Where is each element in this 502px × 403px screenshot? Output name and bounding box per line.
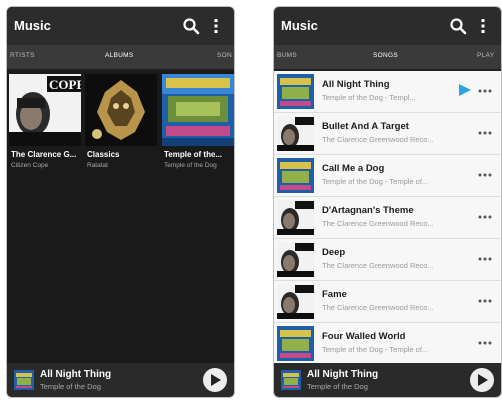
app-title: Music	[14, 18, 51, 33]
song-subtitle: The Clarence Greenwood Reco...	[322, 303, 434, 312]
album-artist: Ratatat	[87, 162, 108, 169]
tab-albums[interactable]: BUMS	[277, 52, 297, 59]
songs-screen: Music BUMS SONGS PLAY All Night Thing Te…	[273, 6, 502, 398]
song-title: Four Walled World	[322, 331, 406, 342]
song-subtitle: The Clarence Greenwood Reco...	[322, 135, 434, 144]
now-playing-thumbnail	[14, 370, 34, 390]
song-row[interactable]: Fame The Clarence Greenwood Reco...	[274, 281, 501, 323]
category-tabs: BUMS SONGS PLAY	[274, 45, 501, 71]
now-playing-bar[interactable]: All Night Thing Temple of the Dog	[7, 363, 234, 397]
song-row[interactable]: Deep The Clarence Greenwood Reco...	[274, 239, 501, 281]
song-album-art	[277, 242, 314, 277]
song-title: Bullet And A Target	[322, 121, 409, 132]
song-title: Call Me a Dog	[322, 163, 385, 174]
app-title: Music	[281, 18, 318, 33]
more-options-icon[interactable]	[477, 298, 493, 304]
more-options-icon[interactable]	[477, 340, 493, 346]
overflow-menu-icon[interactable]	[207, 17, 225, 35]
album-title: The Clarence G...	[11, 150, 77, 159]
app-bar: Music	[274, 7, 501, 45]
more-options-icon[interactable]	[477, 88, 493, 94]
tab-albums[interactable]: ALBUMS	[105, 52, 134, 59]
tab-playlists[interactable]: PLAY	[477, 52, 494, 59]
now-playing-title: All Night Thing	[307, 369, 379, 380]
song-album-art	[277, 116, 314, 151]
play-button[interactable]	[203, 368, 227, 392]
more-options-icon[interactable]	[477, 130, 493, 136]
song-row[interactable]: D'Artagnan's Theme The Clarence Greenwoo…	[274, 197, 501, 239]
song-album-art	[277, 326, 314, 361]
song-list: All Night Thing Temple of the Dog - Temp…	[274, 71, 501, 363]
song-title: Fame	[322, 289, 347, 300]
song-title: All Night Thing	[322, 79, 390, 90]
song-subtitle: The Clarence Greenwood Reco...	[322, 261, 434, 270]
search-icon[interactable]	[449, 17, 467, 35]
song-album-art	[277, 158, 314, 193]
song-album-art	[277, 284, 314, 319]
album-artist: Citizen Cope	[11, 162, 49, 169]
play-icon	[478, 374, 488, 386]
now-playing-thumbnail	[281, 370, 301, 390]
album-tile[interactable]: Classics Ratatat	[85, 74, 157, 174]
more-options-icon[interactable]	[477, 214, 493, 220]
album-grid: COPE The Clarence G... Citizen Cope Clas…	[7, 71, 234, 177]
album-title: Temple of the...	[164, 150, 223, 159]
album-tile[interactable]: COPE The Clarence G... Citizen Cope	[9, 74, 81, 174]
tab-artists[interactable]: RTISTS	[10, 52, 35, 59]
search-icon[interactable]	[182, 17, 200, 35]
album-title: Classics	[87, 150, 120, 159]
song-subtitle: Temple of the Dog - Temple of...	[322, 177, 429, 186]
more-options-icon[interactable]	[477, 256, 493, 262]
song-subtitle: Temple of the Dog - Temple of...	[322, 345, 429, 354]
song-row[interactable]: Call Me a Dog Temple of the Dog - Temple…	[274, 155, 501, 197]
album-cover	[162, 74, 234, 146]
tab-songs[interactable]: SON	[217, 52, 232, 59]
album-tile[interactable]: Temple of the... Temple of the Dog	[162, 74, 234, 174]
play-icon	[211, 374, 221, 386]
now-playing-bar[interactable]: All Night Thing Temple of the Dog	[274, 363, 501, 397]
song-row[interactable]: Bullet And A Target The Clarence Greenwo…	[274, 113, 501, 155]
album-artist: Temple of the Dog	[164, 162, 217, 169]
category-tabs: RTISTS ALBUMS SON	[7, 45, 234, 71]
song-title: Deep	[322, 247, 346, 258]
app-bar: Music	[7, 7, 234, 45]
album-cover	[85, 74, 157, 146]
now-playing-title: All Night Thing	[40, 369, 112, 380]
album-cover-text: COPE	[49, 77, 81, 92]
now-playing-artist: Temple of the Dog	[40, 382, 101, 391]
albums-screen: Music RTISTS ALBUMS SON COPE The	[6, 6, 235, 398]
play-button[interactable]	[470, 368, 494, 392]
more-options-icon[interactable]	[477, 172, 493, 178]
now-playing-artist: Temple of the Dog	[307, 382, 368, 391]
song-row[interactable]: Four Walled World Temple of the Dog - Te…	[274, 323, 501, 363]
song-title: D'Artagnan's Theme	[322, 205, 414, 216]
album-cover: COPE	[9, 74, 81, 146]
song-subtitle: The Clarence Greenwood Reco...	[322, 219, 434, 228]
tab-songs[interactable]: SONGS	[373, 52, 398, 59]
overflow-menu-icon[interactable]	[474, 17, 492, 35]
song-row[interactable]: All Night Thing Temple of the Dog - Temp…	[274, 71, 501, 113]
song-album-art	[277, 200, 314, 235]
song-subtitle: Temple of the Dog - Templ...	[322, 93, 416, 102]
song-album-art	[277, 74, 314, 109]
playing-indicator-icon	[459, 84, 471, 96]
